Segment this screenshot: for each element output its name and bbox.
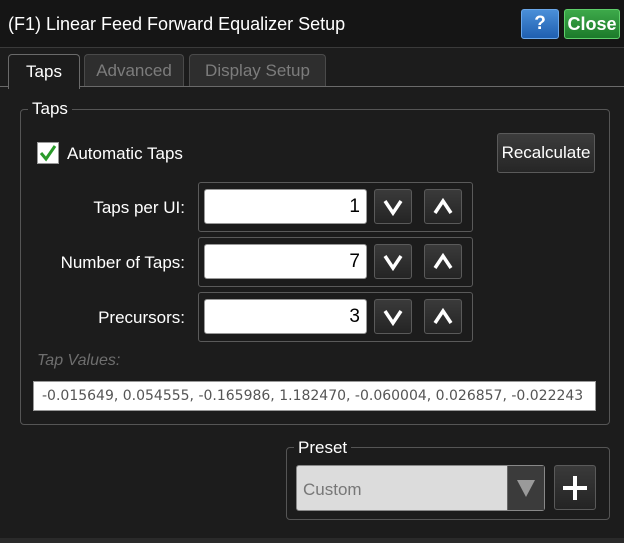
- number-of-taps-stepper: 7: [198, 237, 473, 287]
- precursors-stepper: 3: [198, 292, 473, 342]
- automatic-taps-label: Automatic Taps: [67, 144, 183, 163]
- taps-per-ui-label: Taps per UI:: [93, 198, 185, 217]
- triangle-down-icon: [517, 480, 535, 497]
- dropdown-arrow[interactable]: [507, 466, 544, 510]
- taps-per-ui-decrement-button[interactable]: [374, 189, 412, 224]
- chevron-up-icon: [433, 252, 453, 269]
- taps-group-legend: Taps: [28, 99, 72, 119]
- precursors-input[interactable]: 3: [204, 299, 367, 334]
- tab-advanced[interactable]: Advanced: [84, 54, 184, 86]
- precursors-decrement-button[interactable]: [374, 299, 412, 334]
- preset-dropdown[interactable]: Custom: [296, 465, 545, 511]
- precursors-label: Precursors:: [98, 308, 185, 327]
- precursors-increment-button[interactable]: [424, 299, 462, 334]
- tab-taps[interactable]: Taps: [8, 54, 80, 89]
- check-icon: [39, 145, 57, 162]
- number-of-taps-label: Number of Taps:: [60, 253, 185, 272]
- recalculate-button[interactable]: Recalculate: [497, 133, 595, 173]
- close-button[interactable]: Close: [564, 9, 620, 39]
- plus-icon: [563, 475, 587, 500]
- window-bottom-edge: [0, 538, 624, 543]
- number-of-taps-increment-button[interactable]: [424, 244, 462, 279]
- chevron-up-icon: [433, 197, 453, 214]
- chevron-up-icon: [433, 307, 453, 324]
- number-of-taps-input[interactable]: 7: [204, 244, 367, 279]
- chevron-down-icon: [383, 199, 403, 216]
- preset-selected-value: Custom: [303, 480, 362, 499]
- taps-per-ui-increment-button[interactable]: [424, 189, 462, 224]
- preset-group-legend: Preset: [294, 438, 352, 458]
- chevron-down-icon: [383, 309, 403, 326]
- tap-values-label: Tap Values:: [37, 352, 121, 369]
- automatic-taps-checkbox[interactable]: [37, 142, 59, 164]
- help-button[interactable]: ?: [521, 9, 559, 39]
- tab-divider: [80, 86, 624, 87]
- tap-values-field: -0.015649, 0.054555, -0.165986, 1.182470…: [33, 381, 596, 411]
- taps-per-ui-input[interactable]: 1: [204, 189, 367, 224]
- number-of-taps-decrement-button[interactable]: [374, 244, 412, 279]
- title-bar: (F1) Linear Feed Forward Equalizer Setup…: [0, 0, 624, 48]
- taps-per-ui-stepper: 1: [198, 182, 473, 232]
- tab-divider: [0, 86, 8, 87]
- window-title: (F1) Linear Feed Forward Equalizer Setup: [8, 14, 346, 34]
- add-preset-button[interactable]: [554, 465, 596, 510]
- tab-display-setup[interactable]: Display Setup: [189, 54, 326, 86]
- chevron-down-icon: [383, 254, 403, 271]
